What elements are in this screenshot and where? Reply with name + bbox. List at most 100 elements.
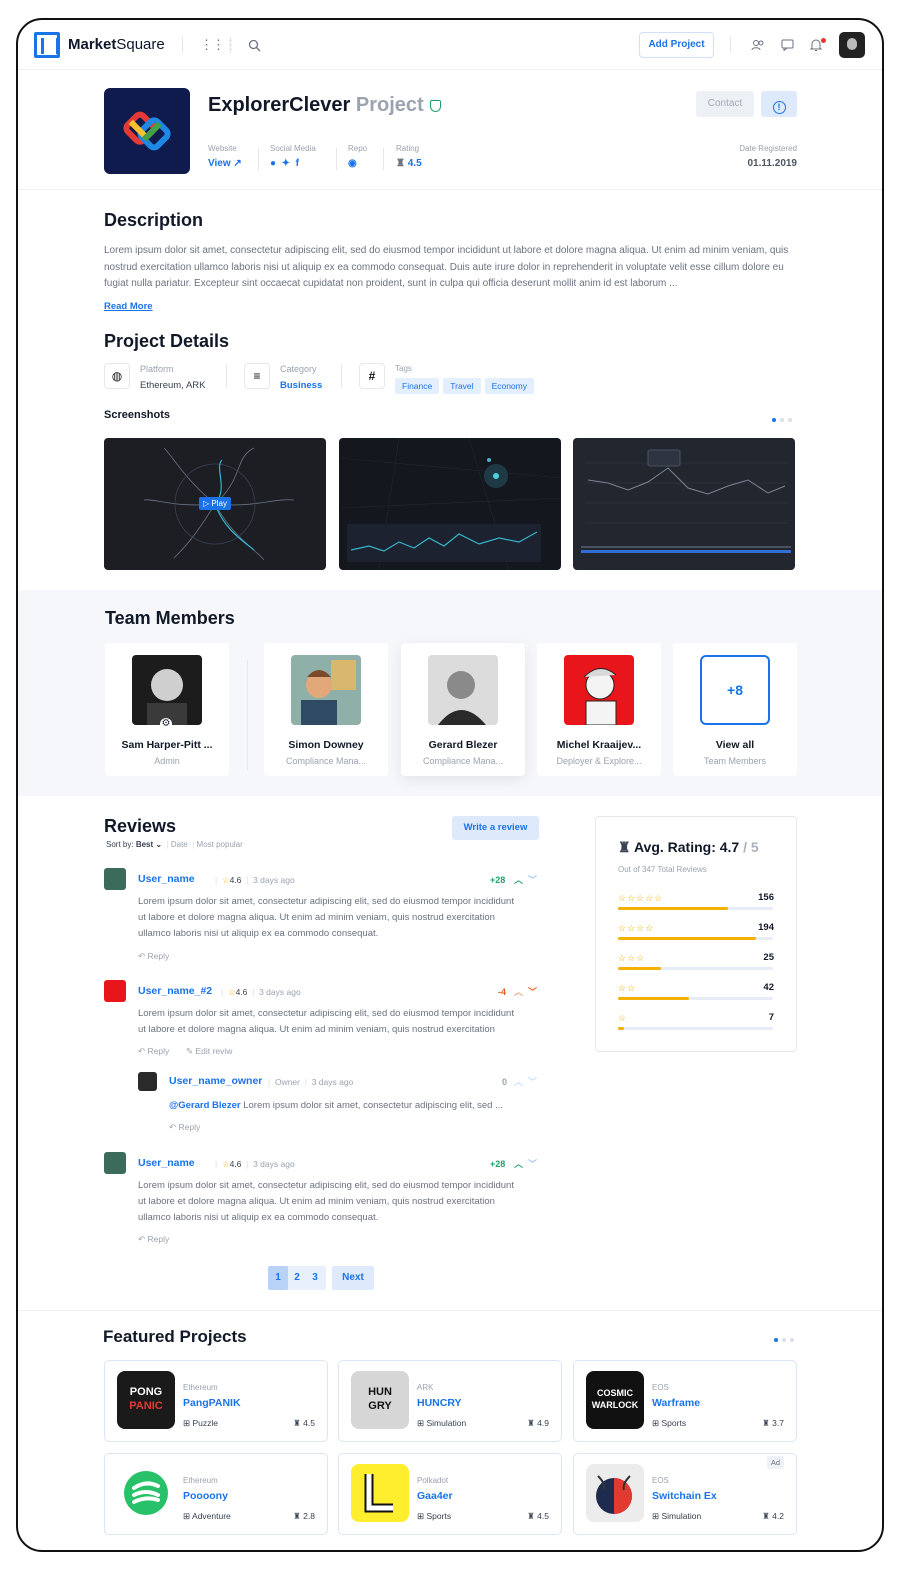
member-name: Gerard Blezer bbox=[428, 739, 498, 751]
globe-icon: ◍ bbox=[104, 363, 130, 389]
more-members-count: +8 bbox=[700, 655, 770, 725]
upvote-icon[interactable]: ︿ bbox=[514, 1075, 523, 1088]
reply-icon: ↶ bbox=[138, 1234, 146, 1244]
screenshots-title: Screenshots bbox=[104, 409, 171, 421]
project-logo bbox=[117, 1464, 175, 1522]
downvote-icon[interactable]: ﹀ bbox=[528, 985, 537, 998]
reply-button[interactable]: ↶ Reply bbox=[138, 951, 169, 962]
screenshot-thumbnail[interactable] bbox=[339, 438, 561, 570]
website-link[interactable]: View ↗ bbox=[208, 158, 242, 169]
tag-chip[interactable]: Economy bbox=[484, 378, 534, 394]
owner-name[interactable]: User_name_owner bbox=[169, 1075, 262, 1087]
reviewer-name[interactable]: User_name_#2 bbox=[138, 985, 212, 997]
sort-date-option[interactable]: Date bbox=[171, 840, 188, 849]
average-rating-card: ♜ Avg. Rating: 4.7 / 5 Out of 347 Total … bbox=[595, 816, 797, 1052]
brand-name[interactable]: MarketSquare bbox=[68, 36, 165, 53]
carousel-dots[interactable] bbox=[770, 1329, 794, 1347]
user-avatar[interactable] bbox=[839, 32, 865, 58]
upvote-icon[interactable]: ︿ bbox=[514, 1157, 523, 1170]
mention-link[interactable]: @Gerard Blezer bbox=[169, 1100, 241, 1111]
page-2-button[interactable]: 2 bbox=[288, 1266, 306, 1290]
team-member-card[interactable]: Gerard Blezer Compliance Mana... bbox=[401, 643, 525, 776]
team-member-card[interactable]: ⚙ Sam Harper-Pitt ... Admin bbox=[105, 643, 229, 776]
info-button[interactable]: ! bbox=[761, 91, 797, 117]
downvote-icon[interactable]: ﹀ bbox=[528, 1157, 537, 1170]
write-review-button[interactable]: Write a review bbox=[452, 816, 539, 840]
downvote-icon[interactable]: ﹀ bbox=[528, 1075, 537, 1088]
category-icon: ⊞ bbox=[417, 1418, 425, 1428]
tags-label: Tags bbox=[395, 364, 412, 373]
member-role: Admin bbox=[154, 756, 180, 766]
view-all-team-card[interactable]: +8 View all Team Members bbox=[673, 643, 797, 776]
play-button[interactable]: ▷ Play bbox=[199, 497, 231, 510]
sort-popular-option[interactable]: Most popular bbox=[197, 840, 243, 849]
project-logo: HUN GRY bbox=[351, 1371, 409, 1429]
reviewer-avatar[interactable] bbox=[104, 868, 126, 890]
reviewer-name[interactable]: User_name bbox=[138, 873, 195, 885]
stars-label: ☆☆☆☆ bbox=[618, 923, 655, 933]
featured-project-card[interactable]: Ad EOS Switchain Ex ⊞ Simulation ♜ 4.2 bbox=[573, 1453, 797, 1535]
page-3-button[interactable]: 3 bbox=[306, 1266, 324, 1290]
featured-project-card[interactable]: Ethereum Poooony ⊞ Adventure ♜ 2.8 bbox=[104, 1453, 328, 1535]
description-text: Lorem ipsum dolor sit amet, consectetur … bbox=[104, 245, 789, 289]
upvote-icon[interactable]: ︿ bbox=[514, 873, 523, 886]
team-member-card[interactable]: Michel Kraaijev... Deployer & Explore... bbox=[537, 643, 661, 776]
rating-count: 25 bbox=[763, 952, 774, 963]
upvote-icon[interactable]: ︿ bbox=[514, 985, 523, 998]
reply-button[interactable]: ↶ Reply bbox=[169, 1122, 200, 1133]
member-role: Compliance Mana... bbox=[285, 756, 367, 766]
twitter-icon[interactable]: ✦ bbox=[282, 158, 290, 169]
edit-review-button[interactable]: ✎ Edit reviw bbox=[186, 1046, 232, 1057]
rating-icon: ♜ bbox=[762, 1418, 770, 1428]
view-all-link[interactable]: View all bbox=[673, 739, 797, 751]
featured-project-card[interactable]: Polkadot Gaa4er ⊞ Sports ♜ 4.5 bbox=[338, 1453, 562, 1535]
team-members-title: Team Members bbox=[105, 608, 235, 628]
chat-icon[interactable] bbox=[781, 39, 794, 51]
featured-project-card[interactable]: PONG PANIC Ethereum PangPANIK ⊞ Puzzle ♜ 4… bbox=[104, 1360, 328, 1442]
member-name: Michel Kraaijev... bbox=[556, 739, 642, 751]
reply-button[interactable]: ↶ Reply bbox=[138, 1046, 169, 1057]
project-logo bbox=[104, 88, 190, 174]
rating-icon: ♜ bbox=[396, 158, 405, 169]
add-project-button[interactable]: Add Project bbox=[639, 32, 714, 58]
sort-controls: Sort by: Best ⌄ | Date | Most popular bbox=[106, 840, 243, 849]
read-more-link[interactable]: Read More bbox=[104, 301, 798, 312]
carousel-dots[interactable] bbox=[768, 409, 792, 427]
tag-chip[interactable]: Finance bbox=[395, 378, 440, 394]
screenshot-thumbnail[interactable]: ▷ Play bbox=[104, 438, 326, 570]
rating-icon: ♜ bbox=[762, 1511, 770, 1521]
users-icon[interactable] bbox=[751, 39, 765, 51]
avatar bbox=[564, 655, 634, 726]
reply-button[interactable]: ↶ Reply bbox=[138, 1234, 169, 1245]
category-value[interactable]: Business bbox=[280, 380, 322, 391]
featured-project-card[interactable]: COSMIC WARLOCK EOS Warframe ⊞ Sports ♜ 3.7 bbox=[573, 1360, 797, 1442]
downvote-icon[interactable]: ﹀ bbox=[528, 873, 537, 886]
ad-badge: Ad bbox=[766, 1456, 784, 1469]
owner-avatar[interactable] bbox=[138, 1072, 157, 1091]
reddit-icon[interactable]: ● bbox=[270, 158, 276, 169]
tag-chip[interactable]: Travel bbox=[443, 378, 481, 394]
sort-best-option[interactable]: Best ⌄ bbox=[136, 840, 162, 849]
screenshot-thumbnail[interactable] bbox=[573, 438, 795, 570]
rating-icon: ♜ bbox=[293, 1418, 301, 1428]
team-members-section: Team Members ⚙ Sam Harper-Pitt ... Admin… bbox=[18, 590, 882, 796]
featured-project-card[interactable]: HUN GRY ARK HUNCRY ⊞ Simulation ♜ 4.9 bbox=[338, 1360, 562, 1442]
next-page-button[interactable]: Next bbox=[332, 1266, 374, 1290]
project-logo: PONG PANIC bbox=[117, 1371, 175, 1429]
rating-bar-fill bbox=[618, 967, 662, 970]
team-member-card[interactable]: Simon Downey Compliance Mana... bbox=[264, 643, 388, 776]
marketsquare-logo-icon[interactable] bbox=[34, 32, 60, 58]
reply-icon: ↶ bbox=[169, 1122, 177, 1132]
reviewer-avatar[interactable] bbox=[104, 1152, 126, 1174]
rating-bar bbox=[618, 967, 773, 970]
rating-count: 7 bbox=[768, 1012, 774, 1023]
github-icon[interactable]: ◉ bbox=[348, 158, 367, 169]
owner-badge: Owner bbox=[274, 1077, 300, 1087]
notification-dot bbox=[821, 38, 826, 43]
facebook-icon[interactable]: f bbox=[296, 158, 299, 169]
page-1-button[interactable]: 1 bbox=[268, 1266, 288, 1290]
search-icon[interactable] bbox=[248, 39, 261, 52]
reviewer-avatar[interactable] bbox=[104, 980, 126, 1002]
reviewer-name[interactable]: User_name bbox=[138, 1157, 195, 1169]
contact-button[interactable]: Contact bbox=[696, 91, 754, 117]
